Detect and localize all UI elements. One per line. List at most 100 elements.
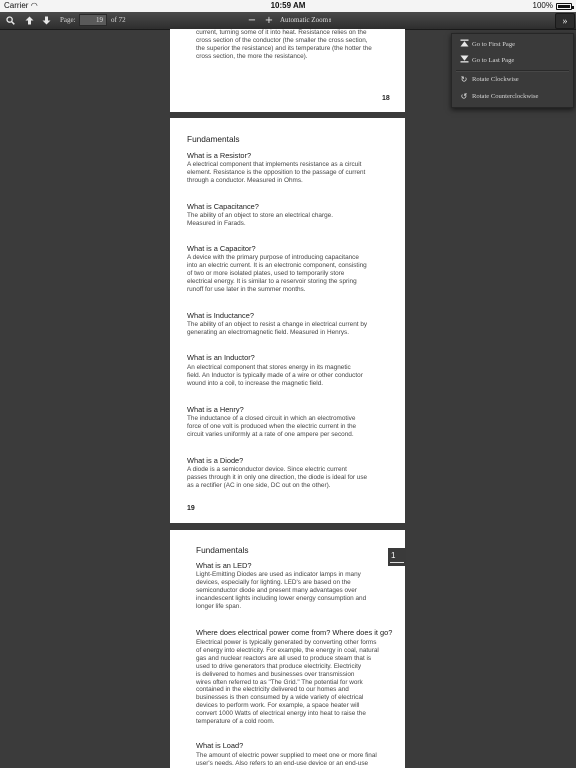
menu-item-label: Go to Last Page [472, 56, 515, 64]
text-line: force of one volt is produced when the e… [187, 422, 357, 430]
question-heading: What is Inductance? [187, 311, 254, 320]
zoom-out-button[interactable]: − [245, 14, 259, 27]
arrow-up-icon[interactable] [22, 14, 36, 27]
text-line: cross section of the conductor (the smal… [196, 36, 368, 44]
arrow-down-icon[interactable] [39, 14, 53, 27]
minus-icon: − [247, 15, 257, 26]
text-line: of two or more isolated plates, used to … [187, 269, 345, 277]
text-line: user's needs. Also refers to an end-use … [196, 759, 369, 767]
text-line: The amount of electric power supplied to… [196, 752, 377, 759]
question-heading: What is Load? [196, 741, 244, 750]
question-heading: What is an LED? [196, 561, 252, 570]
question-heading: What is a Henry? [187, 405, 244, 414]
menu-item-label: Rotate Clockwise [472, 75, 519, 83]
text-line: incandescent lights including lower ener… [196, 594, 367, 602]
text-line: through a conductor. Measured in Ohms. [187, 176, 303, 184]
go-to-first-page-button[interactable]: Go to First Page [452, 37, 573, 51]
answer-text: A device with the primary purpose of int… [187, 254, 367, 294]
zoom-select[interactable]: Automatic Zoom⇕ [280, 16, 332, 24]
text-line: gas and nuclear reactors are all used to… [196, 654, 372, 662]
text-line: contained in the electricity delivered t… [196, 686, 349, 694]
text-line: generating an electromagnetic field. Mea… [187, 328, 349, 336]
question-heading: What is a Diode? [187, 456, 244, 465]
search-icon[interactable] [3, 14, 17, 27]
battery-label: 100% [532, 1, 553, 10]
text-line: Measured in Farads. [187, 219, 246, 227]
status-bar: Carrier ◠ 10:59 AM 100% [0, 0, 576, 12]
text-line: of energy into electricity. For example,… [196, 646, 379, 654]
rotate-counterclockwise-button[interactable]: ↺ Rotate Counterclockwise [452, 89, 573, 103]
battery-icon [556, 2, 574, 10]
text-line: devices to perform work. For example, a … [196, 702, 360, 710]
rotate-counterclockwise-icon: ↺ [460, 91, 468, 101]
battery-status: 100% [532, 0, 574, 12]
page-number-input[interactable]: 19 [79, 14, 107, 26]
viewer-toolbar: Page: 19 of 72 − + Automatic Zoom⇕ » [0, 12, 576, 30]
text-line: circuit varies uniformly at a rate of on… [187, 430, 354, 438]
text-line: The ability of an object to store an ele… [187, 212, 333, 219]
question-heading: Where does electrical power come from? W… [196, 628, 393, 637]
text-line: A device with the primary purpose of int… [187, 254, 359, 261]
page-label: Page: [60, 16, 76, 24]
pdf-page-19: Fundamentals What is a Resistor? A elect… [170, 118, 405, 523]
page-heading: Fundamentals [196, 545, 249, 555]
pdf-page-20: Fundamentals What is an LED? Light-Emitt… [170, 530, 405, 768]
document-outline-tab[interactable]: 1 [388, 548, 406, 566]
text-line: wires often referred to as "The Grid." T… [196, 678, 363, 686]
text-line: The inductance of a closed circuit in wh… [187, 415, 356, 422]
text-line: wound into a coil, to increase the magne… [187, 379, 324, 387]
answer-text: The amount of electric power supplied to… [196, 752, 377, 768]
text-line: as a rectifier (AC in one side, DC out o… [187, 481, 331, 489]
clock: 10:59 AM [270, 1, 306, 10]
text-line: businesses is then consumed by a wide va… [196, 694, 364, 702]
text-line: current, turning some of it into heat. R… [196, 29, 367, 36]
page-heading: Fundamentals [187, 134, 240, 144]
question-heading: What is an Inductor? [187, 353, 255, 362]
text-line: Electrical power is typically generated … [196, 639, 377, 646]
text-line: The ability of an object to resist a cha… [187, 321, 368, 328]
rotate-clockwise-button[interactable]: ↻ Rotate Clockwise [452, 72, 573, 86]
menu-item-label: Rotate Counterclockwise [472, 92, 539, 100]
text-line: temperature of a cold room. [196, 718, 275, 726]
menu-item-label: Go to First Page [472, 40, 516, 48]
answer-text: The inductance of a closed circuit in wh… [187, 415, 356, 439]
text-line: electrical energy. It is similar to a re… [187, 277, 357, 285]
page-18-text: current, turning some of it into heat. R… [196, 29, 372, 61]
question-heading: What is Capacitance? [187, 202, 259, 211]
document-outline-tab-bar [390, 562, 404, 563]
double-chevron-right-icon: » [562, 15, 568, 27]
dropdown-caret-icon: ⇕ [328, 18, 333, 24]
page-number: 19 [187, 505, 195, 512]
page-count: of 72 [111, 16, 126, 24]
text-line: the superior the resistance) and its tem… [196, 44, 372, 52]
text-line: runoff for use later in the summer month… [187, 285, 306, 293]
go-to-last-page-button[interactable]: Go to Last Page [452, 53, 573, 67]
secondary-toolbar-menu: Go to First Page Go to Last Page ↻ Rotat… [451, 33, 574, 108]
plus-icon: + [264, 15, 274, 26]
page-number: 18 [382, 95, 390, 102]
question-heading: What is a Capacitor? [187, 244, 256, 253]
text-line: cross section, the more the resistance). [196, 52, 308, 60]
tools-menu-button[interactable]: » [555, 13, 575, 29]
zoom-select-value: Automatic Zoom [280, 16, 329, 24]
text-line: used to drive generators that produce el… [196, 662, 362, 670]
answer-text: An electrical component that stores ener… [187, 364, 363, 388]
answer-text: Light-Emitting Diodes are used as indica… [196, 571, 366, 611]
last-page-icon [459, 55, 469, 65]
pdf-page-18: current, turning some of it into heat. R… [170, 29, 405, 112]
document-outline-tab-label: 1 [391, 551, 396, 560]
text-line: A electrical component that implements r… [187, 161, 362, 168]
zoom-in-button[interactable]: + [262, 14, 276, 27]
answer-text: The ability of an object to resist a cha… [187, 321, 367, 337]
answer-text: The ability of an object to store an ele… [187, 212, 333, 228]
text-line: is delivered to homes and businesses ove… [196, 670, 355, 678]
text-line: convert 1000 Watts of electrical energy … [196, 710, 366, 718]
text-line: passes through it in only one direction,… [187, 473, 368, 481]
answer-text: Electrical power is typically generated … [196, 639, 379, 726]
text-line: semiconductor diode and present many adv… [196, 586, 357, 594]
answer-text: A electrical component that implements r… [187, 161, 365, 185]
text-line: into an electric current. It is an elect… [187, 261, 367, 269]
text-line: A diode is a semiconductor device. Since… [187, 466, 347, 473]
text-line: field. An Inductor is typically made of … [187, 371, 363, 379]
text-line: longer life span. [196, 602, 242, 610]
